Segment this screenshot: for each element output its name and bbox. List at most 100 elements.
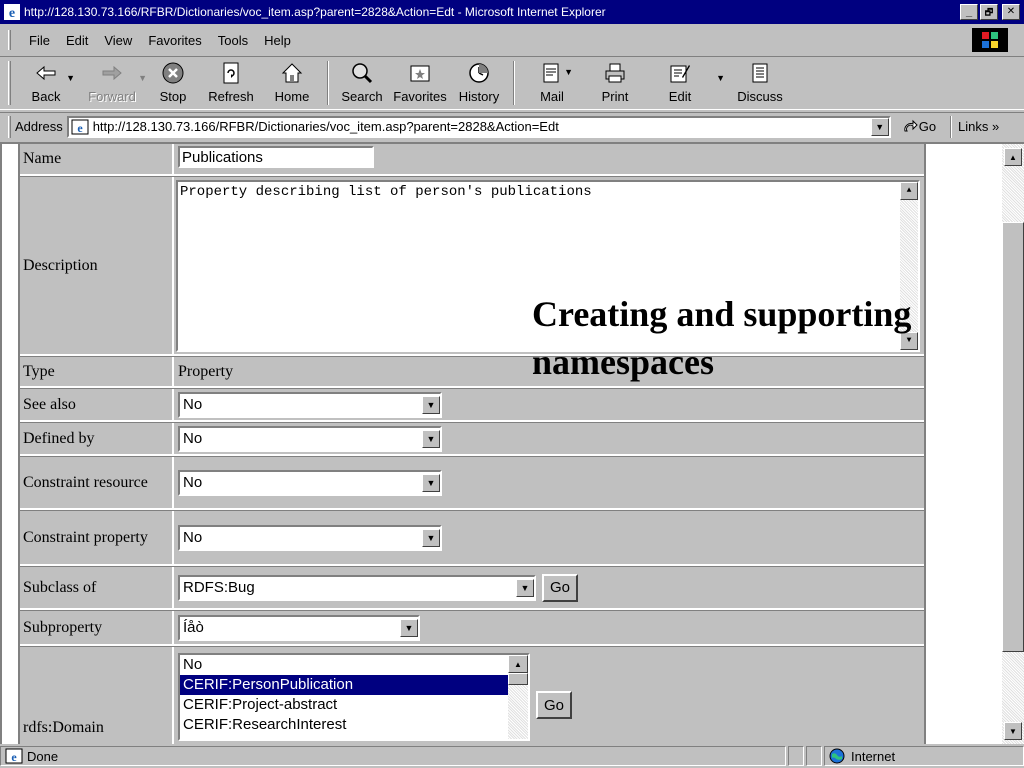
back-button[interactable]: Back ▼ — [15, 57, 77, 109]
svg-text:e: e — [11, 750, 17, 764]
subproperty-select[interactable]: Íåò ▼ — [178, 614, 420, 641]
stop-icon — [162, 62, 184, 84]
scroll-up-icon[interactable]: ▲ — [1004, 148, 1022, 166]
address-label: Address — [15, 119, 63, 134]
chevron-down-icon[interactable]: ▼ — [400, 618, 418, 637]
forward-button[interactable]: Forward ▼ — [77, 57, 147, 109]
stop-button[interactable]: Stop — [147, 57, 199, 109]
back-arrow-icon — [36, 65, 56, 81]
forward-arrow-icon — [102, 65, 122, 81]
refresh-icon — [223, 62, 239, 84]
listbox-scrollbar[interactable]: ▲ — [508, 655, 528, 739]
status-pane — [788, 746, 804, 766]
back-dropdown-icon[interactable]: ▼ — [66, 73, 75, 83]
menu-edit[interactable]: Edit — [58, 33, 96, 48]
page-scrollbar[interactable]: ▲ ▼ — [1002, 144, 1024, 744]
page-done-icon: e — [5, 748, 23, 764]
toolbar-separator — [513, 61, 515, 105]
defined-by-select[interactable]: No ▼ — [178, 425, 442, 452]
toolbar-grip — [8, 61, 11, 105]
search-button[interactable]: Search — [335, 57, 389, 109]
chevron-down-icon[interactable]: ▼ — [422, 473, 440, 492]
menu-grip — [8, 30, 11, 50]
favorites-label: Favorites — [393, 89, 447, 104]
menu-help[interactable]: Help — [256, 33, 299, 48]
list-item[interactable]: CERIF:ResearchInterest — [180, 715, 508, 735]
row-constraint-resource: Constraint resource No ▼ — [20, 456, 924, 510]
discuss-label: Discuss — [737, 89, 783, 104]
back-label: Back — [31, 89, 61, 104]
row-type: Type Property — [20, 356, 924, 388]
subclass-of-value: RDFS:Bug — [183, 579, 255, 596]
constraint-property-label: Constraint property — [20, 511, 174, 564]
name-value: Publications — [182, 148, 263, 166]
description-textarea[interactable]: Property describing list of person's pub… — [176, 179, 920, 352]
menu-view[interactable]: View — [96, 33, 140, 48]
edit-dropdown-icon[interactable]: ▼ — [716, 73, 725, 83]
zone-text: Internet — [851, 748, 896, 764]
row-rdfs-domain: rdfs:Domain No CERIF:PersonPublication C… — [20, 646, 924, 744]
constraint-resource-value: No — [183, 474, 203, 491]
scroll-up-icon[interactable]: ▲ — [900, 181, 918, 200]
list-item[interactable]: CERIF:Project-abstract — [180, 695, 508, 715]
print-button[interactable]: Print — [583, 57, 647, 109]
close-button[interactable]: ✕ — [1002, 4, 1020, 20]
menu-file[interactable]: File — [21, 33, 58, 48]
constraint-resource-select[interactable]: No ▼ — [178, 469, 442, 496]
subproperty-label: Subproperty — [20, 611, 174, 644]
history-button[interactable]: History — [451, 57, 507, 109]
name-input[interactable]: Publications — [178, 146, 374, 168]
address-dropdown-icon[interactable]: ▼ — [870, 117, 889, 136]
constraint-property-select[interactable]: No ▼ — [178, 524, 442, 551]
menu-tools[interactable]: Tools — [210, 33, 256, 48]
forward-dropdown-icon[interactable]: ▼ — [138, 73, 147, 83]
list-item[interactable]: No — [180, 655, 508, 675]
favorites-button[interactable]: Favorites — [389, 57, 451, 109]
forward-label: Forward — [88, 89, 136, 104]
description-scrollbar[interactable]: ▲ ▼ — [900, 181, 918, 350]
see-also-select[interactable]: No ▼ — [178, 391, 442, 418]
scroll-down-icon[interactable]: ▼ — [900, 331, 918, 350]
toolbar-separator — [327, 61, 329, 105]
list-item-selected[interactable]: CERIF:PersonPublication — [180, 675, 508, 695]
address-bar: Address e http://128.130.73.166/RFBR/Dic… — [0, 112, 1024, 140]
home-button[interactable]: Home — [263, 57, 321, 109]
links-button[interactable]: Links » — [958, 119, 999, 134]
chevron-down-icon[interactable]: ▼ — [422, 395, 440, 414]
scroll-thumb[interactable] — [1002, 222, 1024, 652]
mail-icon — [543, 63, 559, 83]
chevron-down-icon[interactable]: ▼ — [422, 528, 440, 547]
row-name: Name Publications — [20, 144, 924, 176]
status-main: e Done — [0, 746, 786, 766]
see-also-value: No — [183, 396, 203, 413]
subclass-go-button[interactable]: Go — [542, 573, 579, 602]
status-bar: e Done Internet — [0, 744, 1024, 768]
go-button[interactable]: Go — [901, 119, 936, 135]
scroll-thumb[interactable] — [508, 673, 528, 685]
print-label: Print — [601, 89, 629, 104]
rdfs-domain-listbox[interactable]: No CERIF:PersonPublication CERIF:Project… — [178, 653, 530, 741]
mail-button[interactable]: Mail ▼ — [521, 57, 583, 109]
refresh-button[interactable]: Refresh — [199, 57, 263, 109]
chevron-down-icon[interactable]: ▼ — [422, 429, 440, 448]
windows-logo-icon — [972, 28, 1008, 52]
scroll-up-icon[interactable]: ▲ — [508, 655, 528, 673]
edit-button[interactable]: Edit ▼ — [647, 57, 725, 109]
scroll-down-icon[interactable]: ▼ — [1004, 722, 1022, 740]
see-also-label: See also — [20, 389, 174, 420]
mail-dropdown-icon[interactable]: ▼ — [564, 67, 573, 77]
domain-go-button[interactable]: Go — [536, 691, 573, 719]
menu-favorites[interactable]: Favorites — [140, 33, 209, 48]
constraint-resource-label: Constraint resource — [20, 457, 174, 508]
svg-text:e: e — [77, 121, 83, 135]
address-url: http://128.130.73.166/RFBR/Dictionaries/… — [92, 119, 559, 134]
mail-label: Mail — [540, 89, 564, 104]
maximize-button[interactable]: 🗗 — [980, 4, 998, 20]
address-input[interactable]: e http://128.130.73.166/RFBR/Dictionarie… — [66, 115, 891, 138]
discuss-button[interactable]: Discuss — [725, 57, 795, 109]
subclass-of-label: Subclass of — [20, 567, 174, 608]
chevron-down-icon[interactable]: ▼ — [516, 578, 534, 597]
minimize-button[interactable]: _ — [960, 4, 978, 20]
subclass-of-select[interactable]: RDFS:Bug ▼ — [178, 574, 536, 601]
svg-text:e: e — [9, 6, 15, 21]
